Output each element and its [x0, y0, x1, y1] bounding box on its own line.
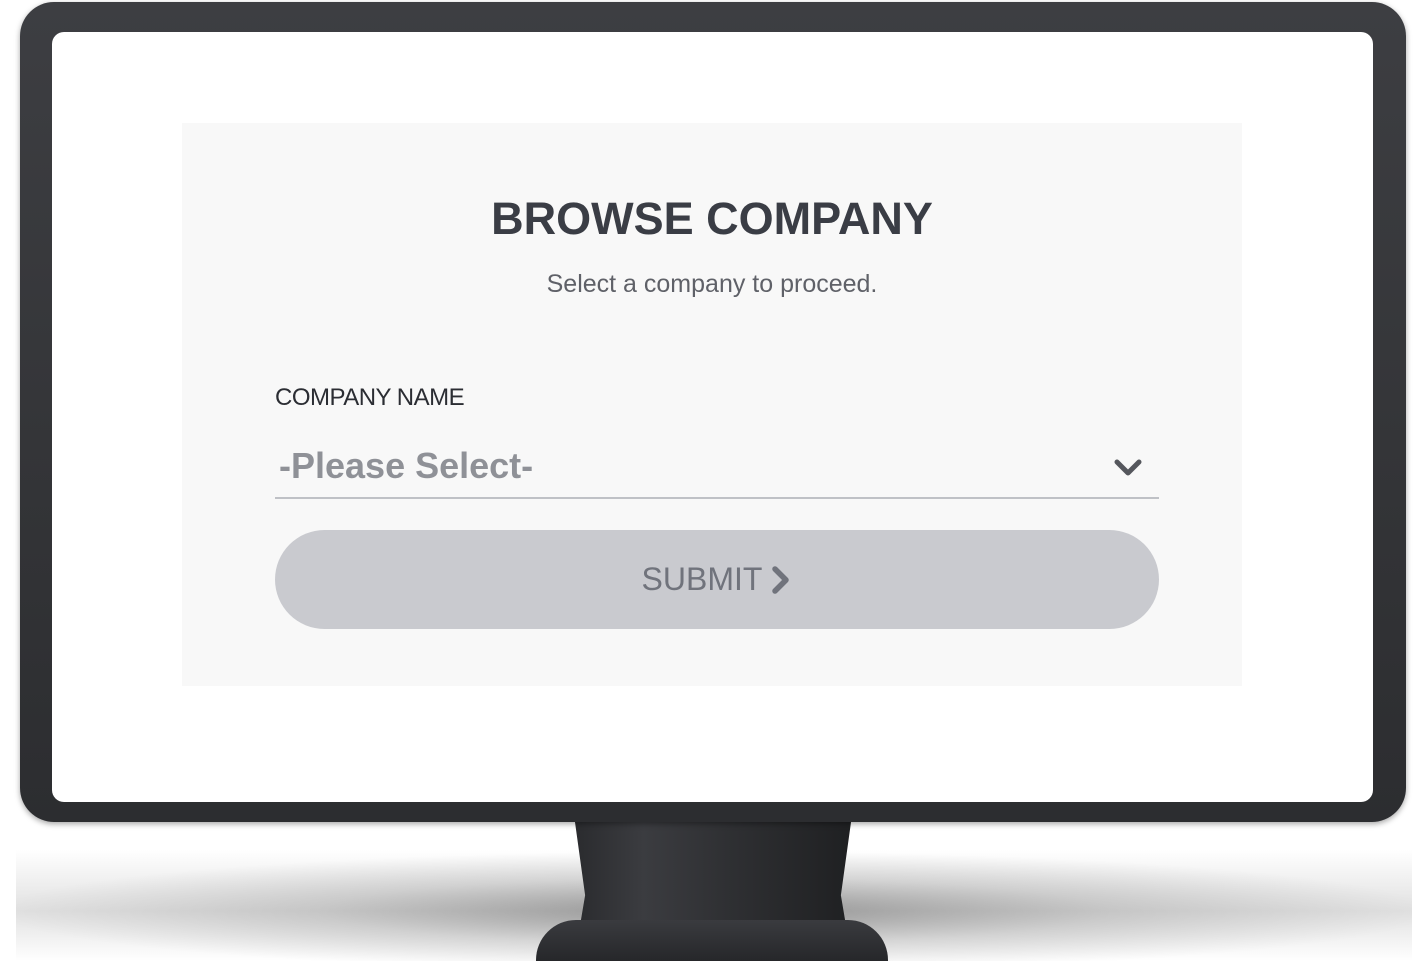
submit-button[interactable]: SUBMIT	[275, 530, 1159, 629]
submit-button-label: SUBMIT	[641, 561, 763, 597]
browse-company-panel: BROWSE COMPANY Select a company to proce…	[182, 123, 1242, 686]
monitor-screen: BROWSE COMPANY Select a company to proce…	[52, 32, 1373, 802]
company-name-label: COMPANY NAME	[275, 384, 465, 411]
chevron-down-icon	[1114, 459, 1142, 476]
company-name-select[interactable]: -Please Select-	[275, 441, 1159, 499]
page-subtitle: Select a company to proceed.	[546, 270, 878, 298]
page-title: BROWSE COMPANY	[491, 193, 933, 244]
chevron-right-icon	[772, 565, 790, 594]
monitor-mockup: BROWSE COMPANY Select a company to proce…	[0, 0, 1422, 961]
monitor-stand-base	[536, 920, 888, 961]
company-select-value: -Please Select-	[279, 445, 534, 486]
